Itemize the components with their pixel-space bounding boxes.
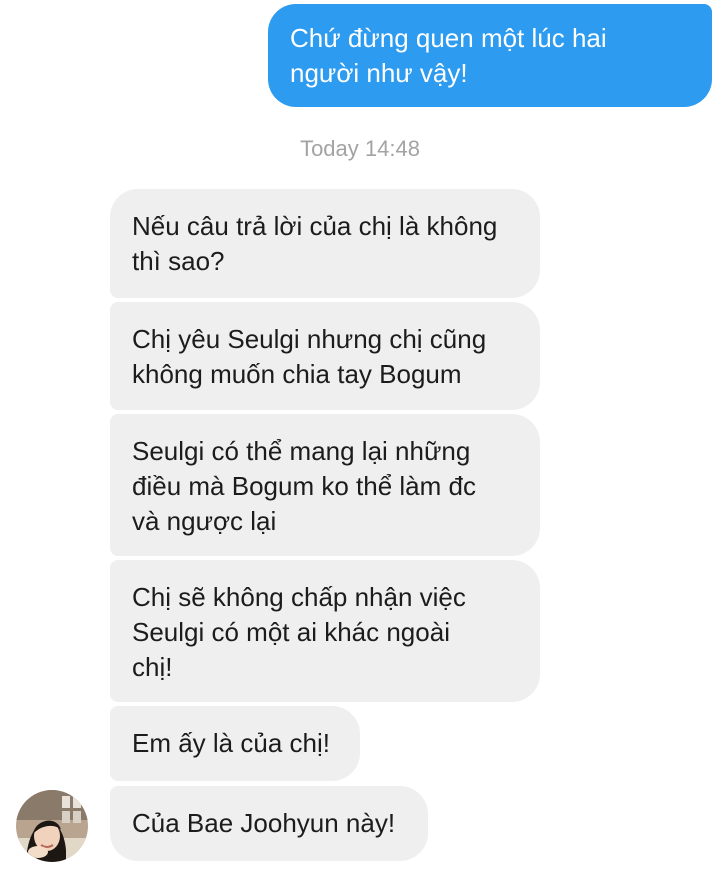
incoming-message-bubble[interactable]: Em ấy là của chị! bbox=[110, 706, 360, 781]
incoming-message-bubble[interactable]: Của Bae Joohyun này! bbox=[110, 786, 428, 861]
incoming-message-bubble[interactable]: Chị yêu Seulgi nhưng chị cũng không muốn… bbox=[110, 302, 540, 410]
outgoing-message-bubble[interactable]: Chứ đừng quen một lúc hai người như vậy! bbox=[268, 4, 712, 107]
contact-avatar-photo-icon bbox=[16, 790, 88, 862]
message-timestamp: Today 14:48 bbox=[300, 136, 420, 161]
incoming-message-bubble[interactable]: Chị sẽ không chấp nhận việc Seulgi có mộ… bbox=[110, 560, 540, 702]
incoming-message-bubble[interactable]: Seulgi có thể mang lại những điều mà Bog… bbox=[110, 414, 540, 556]
incoming-message-bubble[interactable]: Nếu câu trả lời của chị là không thì sao… bbox=[110, 189, 540, 298]
contact-avatar[interactable] bbox=[16, 790, 88, 862]
